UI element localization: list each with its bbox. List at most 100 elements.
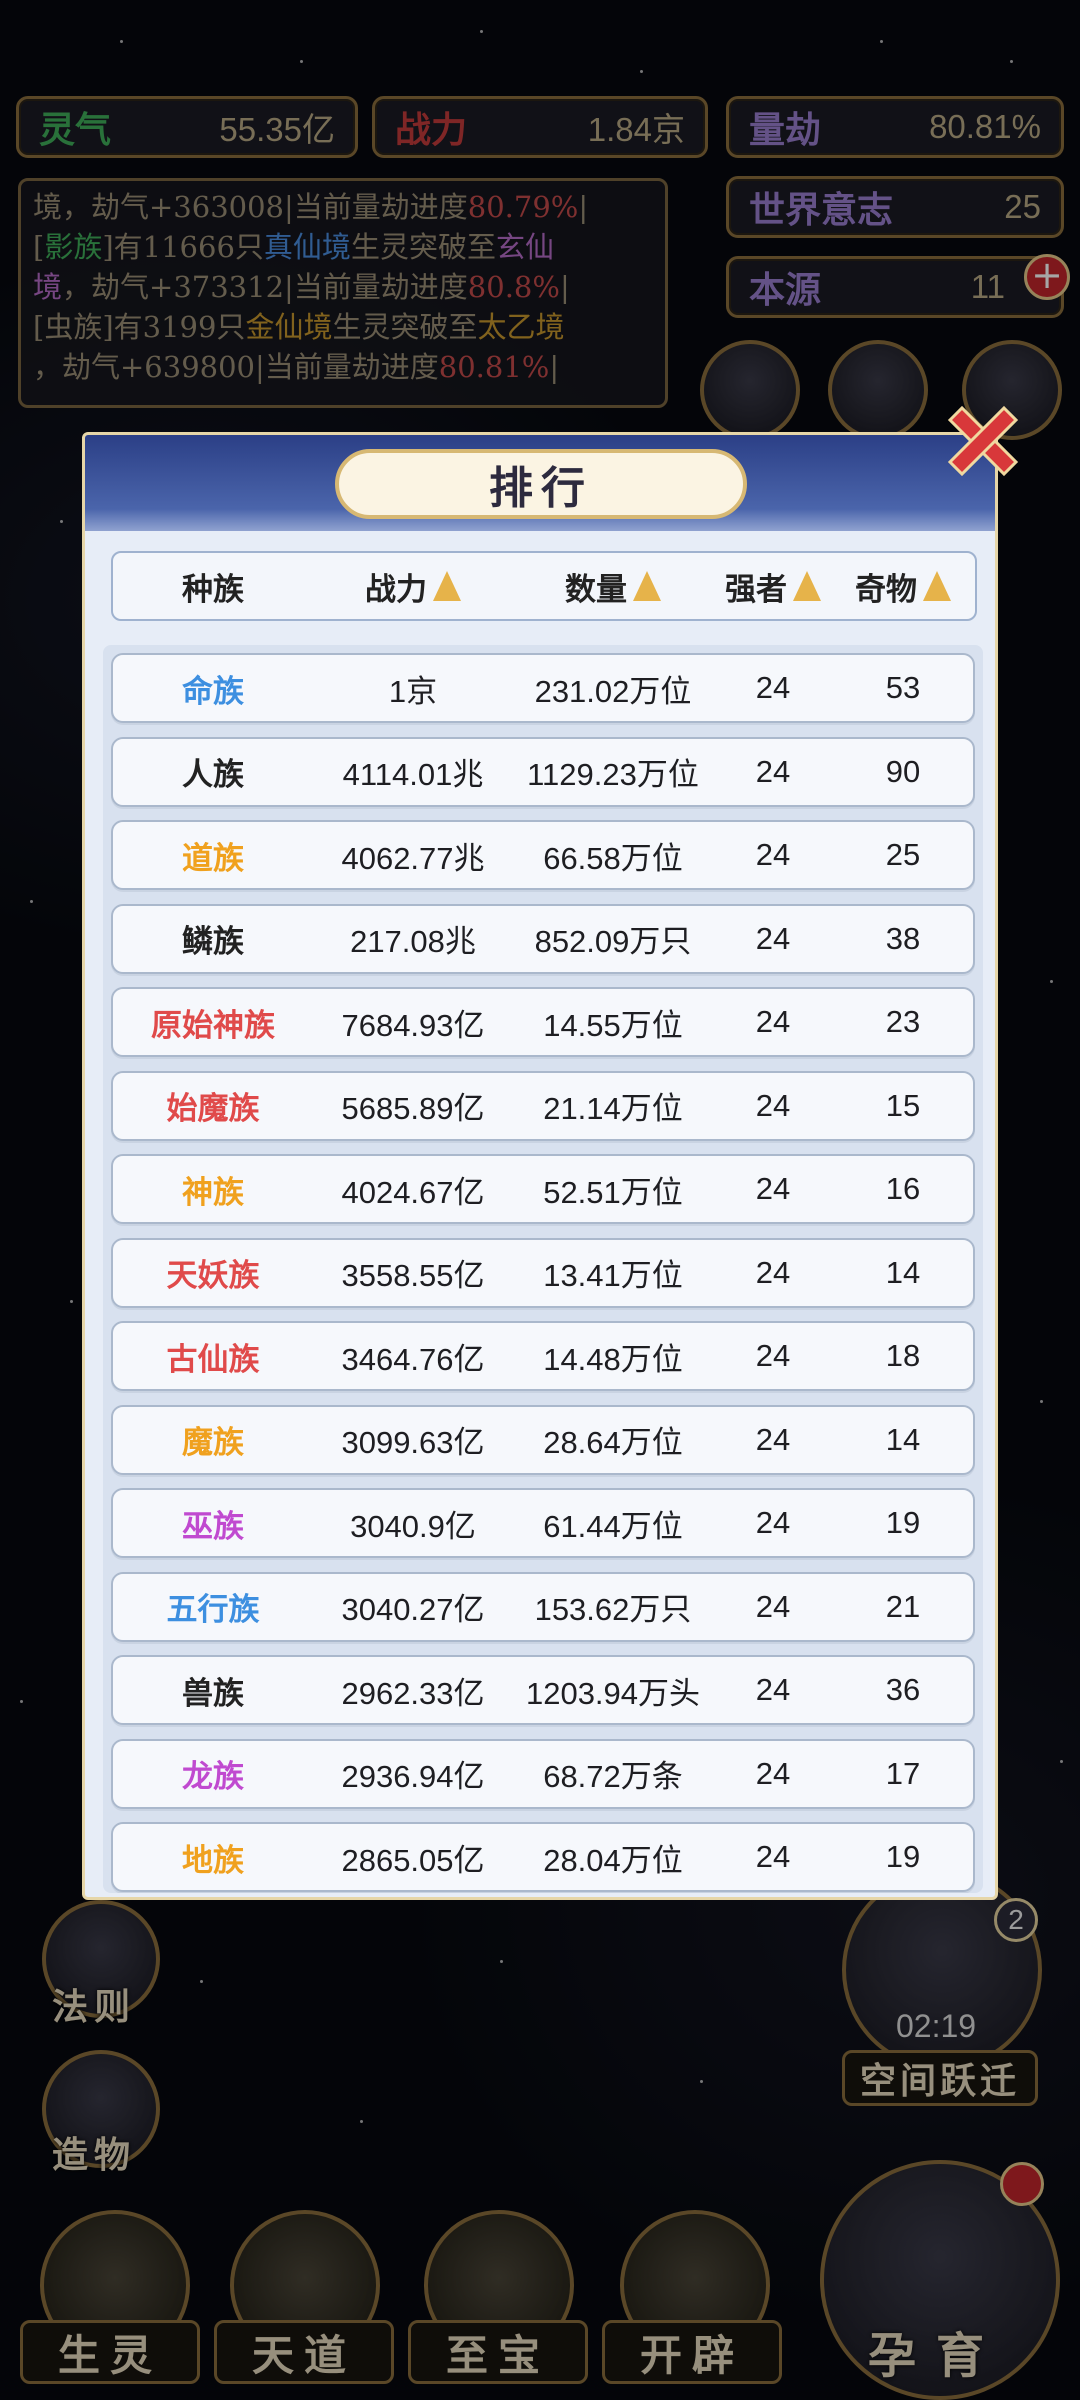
- table-row[interactable]: 兽族 2962.33亿 1203.94万头 24 36: [111, 1655, 975, 1725]
- race-name-cell: 古仙族: [166, 1341, 260, 1378]
- power-cell: 4114.01兆: [342, 757, 484, 792]
- table-row[interactable]: 龙族 2936.94亿 68.72万条 24 17: [111, 1738, 975, 1809]
- race-name-cell: 五行族: [166, 1592, 260, 1628]
- race-name-cell: 魔族: [182, 1425, 244, 1461]
- race-name-cell: 原始神族: [151, 1007, 275, 1044]
- strong-cell: 24: [755, 1588, 791, 1624]
- strong-cell: 24: [755, 1171, 791, 1206]
- strong-cell: 24: [755, 1254, 791, 1290]
- power-cell: 3464.76亿: [341, 1341, 485, 1377]
- count-cell: 14.48万位: [543, 1341, 683, 1377]
- strong-cell: 24: [755, 1087, 791, 1123]
- sort-arrow-icon: [433, 571, 461, 601]
- table-row[interactable]: 五行族 3040.27亿 153.62万只 24 21: [111, 1571, 975, 1642]
- relic-cell: 36: [885, 1672, 921, 1707]
- table-row[interactable]: 巫族 3040.9亿 61.44万位 24 19: [111, 1488, 975, 1558]
- relic-cell: 15: [885, 1087, 921, 1123]
- table-row[interactable]: 道族 4062.77兆 66.58万位 24 25: [111, 820, 975, 890]
- relic-cell: 14: [885, 1254, 921, 1290]
- table-row[interactable]: 天妖族 3558.55亿 13.41万位 24 14: [111, 1237, 975, 1308]
- ranking-list[interactable]: 命族 1京 231.02万位 24 53 人族 4114.01兆 1129.23万位 24 90 道…: [103, 645, 983, 1893]
- close-icon[interactable]: [938, 398, 1028, 488]
- strong-cell: 24: [755, 670, 791, 705]
- table-row[interactable]: 鳞族 217.08兆 852.09万只 24 38: [111, 903, 975, 974]
- strong-cell: 24: [755, 753, 791, 789]
- count-cell: 852.09万只: [534, 924, 692, 959]
- sort-arrow-icon: [633, 571, 661, 601]
- power-cell: 5685.89亿: [341, 1091, 485, 1126]
- power-cell: 3040.9亿: [350, 1508, 476, 1544]
- relic-cell: 53: [885, 670, 921, 705]
- strong-cell: 24: [755, 1338, 791, 1373]
- race-name-cell: 道族: [182, 840, 244, 877]
- sort-power-button[interactable]: 战力: [313, 553, 513, 619]
- count-cell: 28.04万位: [543, 1842, 683, 1878]
- count-cell: 66.58万位: [543, 840, 683, 876]
- ranking-modal: 排行 种族 战力 数量 强者 奇物 命族 1京 231.02万位 24 53 人族 4114…: [82, 432, 998, 1900]
- relic-cell: 14: [885, 1421, 921, 1457]
- col-strong-label: 强者: [725, 571, 787, 608]
- table-row[interactable]: 魔族 3099.63亿 28.64万位 24 14: [111, 1404, 975, 1475]
- col-power-label: 战力: [365, 571, 427, 608]
- power-cell: 2962.33亿: [341, 1675, 485, 1711]
- power-cell: 4024.67亿: [341, 1174, 485, 1210]
- strong-cell: 24: [755, 1004, 791, 1039]
- power-cell: 3558.55亿: [341, 1258, 485, 1293]
- sort-strong-button[interactable]: 强者: [713, 553, 833, 619]
- table-row[interactable]: 地族 2865.05亿 28.04万位 24 19: [111, 1822, 975, 1892]
- col-race: 种族: [113, 553, 313, 619]
- relic-cell: 38: [885, 920, 921, 956]
- relic-cell: 17: [885, 1755, 921, 1791]
- strong-cell: 24: [755, 1505, 791, 1540]
- power-cell: 4062.77兆: [341, 840, 485, 876]
- count-cell: 68.72万条: [543, 1759, 683, 1794]
- power-cell: 2936.94亿: [341, 1759, 485, 1794]
- count-cell: 61.44万位: [543, 1508, 683, 1544]
- strong-cell: 24: [755, 1672, 791, 1707]
- race-name-cell: 龙族: [182, 1759, 244, 1795]
- relic-cell: 21: [885, 1588, 921, 1624]
- strong-cell: 24: [755, 1755, 791, 1791]
- race-name-cell: 人族: [182, 757, 244, 793]
- power-cell: 3099.63亿: [341, 1425, 485, 1460]
- col-relic-label: 奇物: [855, 571, 917, 608]
- count-cell: 1129.23万位: [527, 757, 699, 792]
- race-name-cell: 鳞族: [182, 924, 244, 960]
- table-row[interactable]: 神族 4024.67亿 52.51万位 24 16: [111, 1154, 975, 1224]
- table-row[interactable]: 命族 1京 231.02万位 24 53: [111, 653, 975, 723]
- modal-title: 排行: [335, 449, 747, 519]
- table-row[interactable]: 原始神族 7684.93亿 14.55万位 24 23: [111, 987, 975, 1057]
- race-name-cell: 巫族: [182, 1508, 244, 1545]
- col-race-label: 种族: [182, 571, 244, 608]
- table-header: 种族 战力 数量 强者 奇物: [111, 551, 977, 621]
- count-cell: 13.41万位: [543, 1258, 683, 1293]
- sort-count-button[interactable]: 数量: [513, 553, 713, 619]
- count-cell: 153.62万只: [534, 1592, 692, 1627]
- sort-relic-button[interactable]: 奇物: [833, 553, 973, 619]
- power-cell: 217.08兆: [350, 924, 476, 959]
- table-row[interactable]: 人族 4114.01兆 1129.23万位 24 90: [111, 736, 975, 807]
- relic-cell: 16: [885, 1171, 921, 1206]
- relic-cell: 19: [885, 1505, 921, 1540]
- count-cell: 14.55万位: [543, 1007, 683, 1043]
- table-row[interactable]: 古仙族 3464.76亿 14.48万位 24 18: [111, 1321, 975, 1391]
- strong-cell: 24: [755, 837, 791, 872]
- strong-cell: 24: [755, 920, 791, 956]
- race-name-cell: 地族: [182, 1842, 244, 1879]
- power-cell: 1京: [388, 673, 438, 709]
- relic-cell: 18: [885, 1338, 921, 1373]
- race-name-cell: 始魔族: [166, 1091, 260, 1127]
- strong-cell: 24: [755, 1421, 791, 1457]
- count-cell: 28.64万位: [543, 1425, 683, 1460]
- count-cell: 21.14万位: [543, 1091, 683, 1126]
- relic-cell: 90: [885, 753, 921, 789]
- relic-cell: 23: [885, 1004, 921, 1039]
- strong-cell: 24: [755, 1839, 791, 1874]
- sort-arrow-icon: [923, 571, 951, 601]
- power-cell: 2865.05亿: [341, 1842, 485, 1878]
- relic-cell: 19: [885, 1839, 921, 1874]
- count-cell: 231.02万位: [534, 673, 692, 709]
- table-row[interactable]: 始魔族 5685.89亿 21.14万位 24 15: [111, 1070, 975, 1141]
- race-name-cell: 天妖族: [166, 1258, 260, 1294]
- race-name-cell: 兽族: [182, 1675, 244, 1712]
